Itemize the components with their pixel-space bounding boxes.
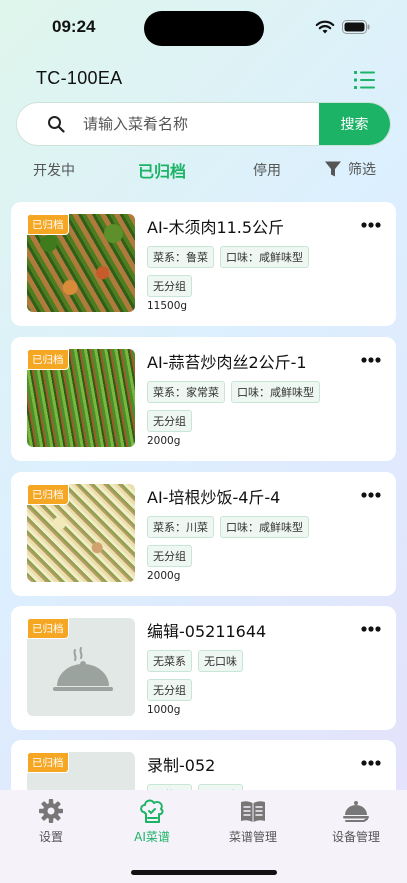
nav-device-management-label: 设备管理	[331, 830, 380, 844]
nav-settings-label: 设置	[38, 830, 63, 844]
more-options-icon[interactable]	[361, 626, 381, 632]
search-input[interactable]	[83, 103, 319, 145]
nav-ai-recipes-label: AI菜谱	[134, 830, 170, 844]
dish-title: AI-蒜苔炒肉丝2公斤-1	[147, 353, 307, 372]
cloche-icon	[53, 647, 113, 691]
nav-recipe-management[interactable]: 菜谱管理	[208, 798, 298, 845]
group-row: 无分组	[147, 545, 192, 567]
dish-title: 录制-052	[147, 756, 216, 775]
list-menu-icon[interactable]	[354, 70, 376, 90]
nav-ai-recipes[interactable]: AI菜谱	[107, 798, 197, 845]
dynamic-island	[144, 11, 264, 46]
cuisine-tag: 菜系：家常菜	[147, 381, 225, 403]
archived-badge: 已归档	[27, 349, 69, 370]
more-options-icon[interactable]	[361, 357, 381, 363]
flavor-tag: 无口味	[198, 650, 243, 672]
group-row: 无分组	[147, 410, 192, 432]
dish-image: 已归档	[27, 484, 135, 582]
status-bar: 09:24	[0, 0, 407, 56]
dish-weight: 2000g	[147, 435, 181, 447]
recipe-book-icon	[241, 801, 265, 822]
dish-card[interactable]: 已归档 AI-木须肉11.5公斤 菜系：鲁菜 口味：咸鲜味型 无分组 11500…	[11, 202, 396, 326]
group-tag: 无分组	[147, 410, 192, 432]
cuisine-tag: 菜系：鲁菜	[147, 246, 214, 268]
dish-image-placeholder: 已归档	[27, 618, 135, 716]
archived-badge: 已归档	[27, 618, 69, 639]
dish-image: 已归档	[27, 214, 135, 312]
tag-row: 菜系：川菜 口味：咸鲜味型	[147, 516, 309, 538]
nav-device-management[interactable]: 设备管理	[311, 798, 401, 845]
search-button[interactable]: 搜索	[319, 103, 390, 145]
group-tag: 无分组	[147, 275, 192, 297]
gear-icon	[39, 799, 63, 823]
group-row: 无分组	[147, 275, 192, 297]
more-options-icon[interactable]	[361, 492, 381, 498]
group-tag: 无分组	[147, 545, 192, 567]
cuisine-tag: 无菜系	[147, 650, 192, 672]
archived-badge: 已归档	[27, 214, 69, 235]
archived-badge: 已归档	[27, 484, 69, 505]
dish-weight: 11500g	[147, 300, 188, 312]
serving-tray-icon	[343, 801, 369, 822]
dish-weight: 1000g	[147, 704, 181, 716]
archived-badge: 已归档	[27, 752, 69, 773]
page-title: TC-100EA	[36, 68, 123, 88]
tab-archived[interactable]: 已归档	[138, 158, 186, 182]
funnel-icon	[325, 161, 341, 177]
more-options-icon[interactable]	[361, 222, 381, 228]
more-options-icon[interactable]	[361, 760, 381, 766]
tab-in-development[interactable]: 开发中	[33, 160, 75, 180]
flavor-tag: 口味：咸鲜味型	[220, 516, 309, 538]
dish-weight: 2000g	[147, 570, 181, 582]
ai-chef-icon	[140, 799, 164, 823]
tag-row: 无菜系 无口味	[147, 650, 243, 672]
cuisine-tag: 菜系：川菜	[147, 516, 214, 538]
group-tag: 无分组	[147, 679, 192, 701]
dish-title: AI-培根炒饭-4斤-4	[147, 488, 281, 507]
flavor-tag: 口味：咸鲜味型	[231, 381, 320, 403]
filter-label: 筛选	[348, 162, 376, 178]
dish-card[interactable]: 已归档 AI-蒜苔炒肉丝2公斤-1 菜系：家常菜 口味：咸鲜味型 无分组 200…	[11, 337, 396, 461]
home-indicator	[131, 870, 277, 875]
tag-row: 菜系：家常菜 口味：咸鲜味型	[147, 381, 320, 403]
nav-settings[interactable]: 设置	[6, 798, 96, 845]
search-bar: 搜索	[16, 102, 391, 146]
wifi-icon	[315, 20, 335, 34]
filter-button[interactable]: 筛选	[324, 159, 376, 179]
nav-recipe-management-label: 菜谱管理	[228, 830, 277, 844]
dish-title: AI-木须肉11.5公斤	[147, 218, 285, 237]
tab-disabled[interactable]: 停用	[253, 160, 281, 180]
dish-card[interactable]: 已归档 编辑-05211644 无菜系 无口味 无分组 1000g	[11, 606, 396, 730]
tag-row: 菜系：鲁菜 口味：咸鲜味型	[147, 246, 309, 268]
dish-title: 编辑-05211644	[147, 622, 267, 641]
battery-icon	[342, 20, 370, 34]
search-icon	[48, 116, 65, 133]
status-time: 09:24	[52, 17, 96, 36]
flavor-tag: 口味：咸鲜味型	[220, 246, 309, 268]
dish-image: 已归档	[27, 349, 135, 447]
dish-card[interactable]: 已归档 AI-培根炒饭-4斤-4 菜系：川菜 口味：咸鲜味型 无分组 2000g	[11, 472, 396, 596]
group-row: 无分组	[147, 679, 192, 701]
